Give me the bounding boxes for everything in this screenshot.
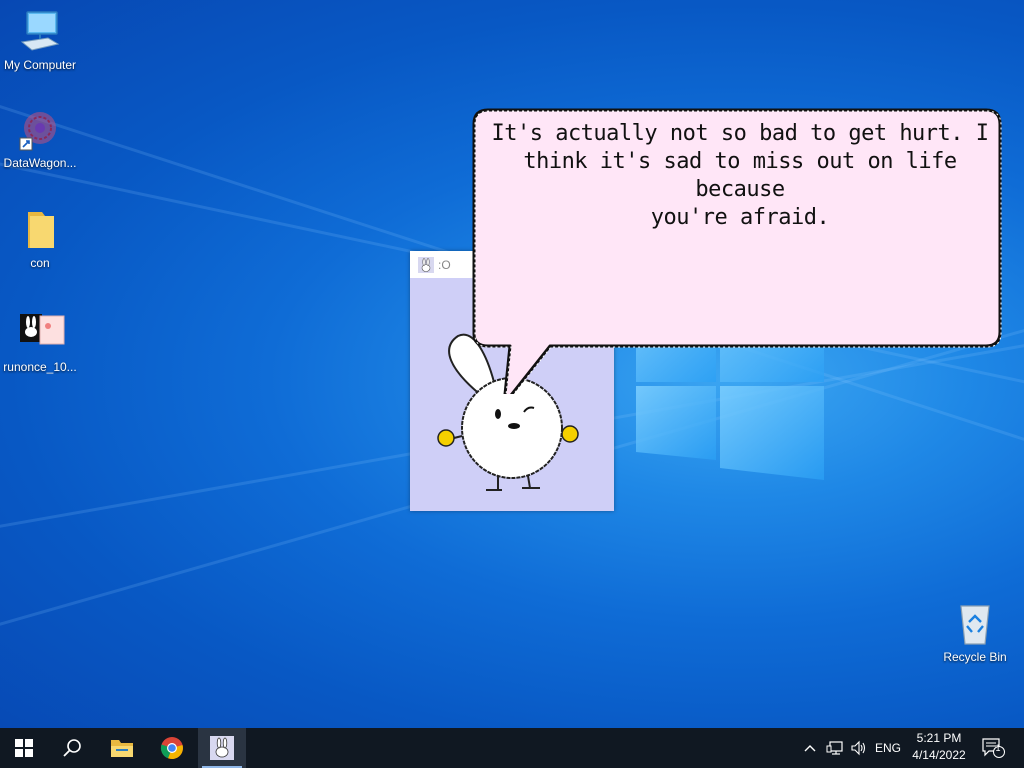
pet-window-title: :O bbox=[438, 257, 451, 272]
desktop-icon-my-computer[interactable]: My Computer bbox=[0, 10, 80, 72]
windows-start-icon bbox=[15, 739, 33, 757]
start-button[interactable] bbox=[0, 728, 48, 768]
search-icon bbox=[63, 739, 81, 757]
desktop-icon-runonce[interactable]: runonce_10... bbox=[0, 312, 80, 374]
show-hidden-icons-button[interactable] bbox=[800, 728, 820, 768]
desktop-icon-label: DataWagon... bbox=[3, 156, 77, 170]
speech-line: It's actually not so bad to get hurt. I bbox=[491, 121, 989, 146]
desktop-icon-label: con bbox=[30, 256, 50, 270]
bunny-icon bbox=[210, 736, 234, 760]
speech-line: you're afraid. bbox=[650, 205, 830, 230]
search-button[interactable] bbox=[48, 728, 96, 768]
speech-line: think it's sad to miss out on life becau… bbox=[523, 149, 957, 202]
recycle-bin-icon bbox=[953, 602, 997, 646]
desktop-icon-con[interactable]: con bbox=[0, 208, 80, 270]
chevron-up-icon bbox=[804, 745, 816, 752]
speaker-icon bbox=[851, 740, 866, 756]
clock[interactable]: 5:21 PM 4/14/2022 bbox=[906, 730, 972, 764]
folder-icon bbox=[18, 208, 62, 252]
desktop[interactable]: My Computer DataWagon... con runonce_10.… bbox=[0, 0, 1024, 728]
chrome-icon bbox=[160, 737, 183, 760]
folder-icon bbox=[111, 740, 133, 757]
clock-date: 4/14/2022 bbox=[912, 748, 966, 762]
notification-center-button[interactable]: 1 bbox=[978, 728, 1008, 768]
desktop-icon-label: My Computer bbox=[3, 58, 77, 72]
network-icon bbox=[826, 741, 843, 755]
desktop-icon-label: runonce_10... bbox=[3, 360, 77, 374]
language-indicator[interactable]: ENG bbox=[872, 728, 904, 768]
notification-badge: 1 bbox=[995, 743, 1001, 753]
computer-icon bbox=[18, 10, 62, 54]
desktop-icon-label: Recycle Bin bbox=[943, 650, 1007, 664]
taskbar-bunny-app[interactable] bbox=[198, 728, 246, 768]
speech-bubble-text: It's actually not so bad to get hurt. I … bbox=[484, 120, 996, 232]
desktop-icon-datawagon[interactable]: DataWagon... bbox=[0, 108, 80, 170]
datawagon-icon bbox=[18, 108, 62, 152]
taskbar-chrome[interactable] bbox=[148, 728, 196, 768]
network-button[interactable] bbox=[824, 728, 846, 768]
clock-time: 5:21 PM bbox=[916, 731, 962, 745]
taskbar: ENG 5:21 PM 4/14/2022 1 bbox=[0, 728, 1024, 768]
desktop-icon-recycle-bin[interactable]: Recycle Bin bbox=[935, 602, 1015, 664]
taskbar-file-explorer[interactable] bbox=[98, 728, 146, 768]
runonce-icon bbox=[18, 312, 65, 356]
volume-button[interactable] bbox=[848, 728, 870, 768]
bunny-icon bbox=[418, 256, 434, 273]
